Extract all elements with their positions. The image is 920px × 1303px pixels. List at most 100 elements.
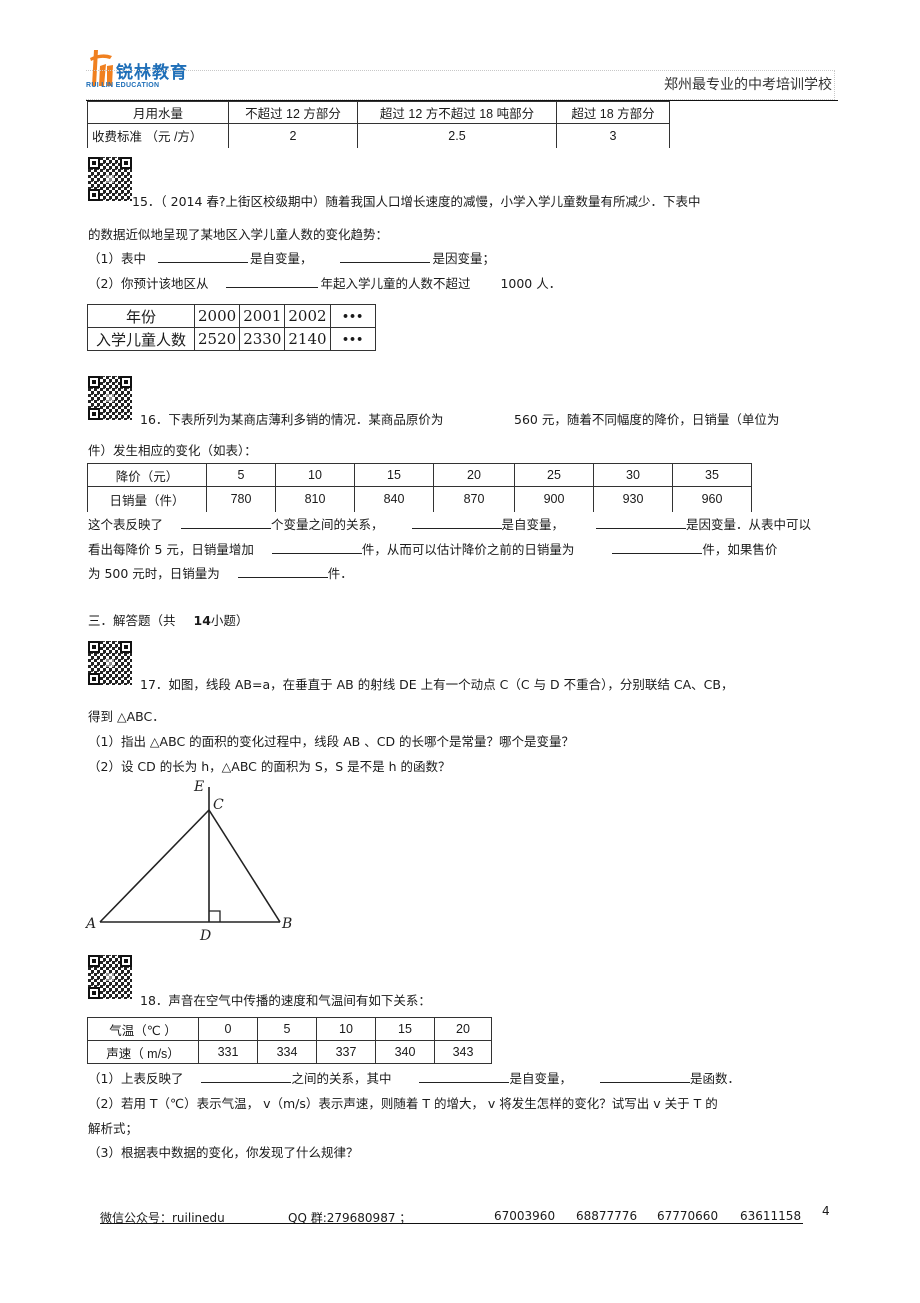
price-sales-table: 降价（元） 5 10 15 20 25 30 35 日销量（件） 780 810… bbox=[87, 463, 752, 512]
label-e: E bbox=[193, 779, 204, 795]
table-cell: 810 bbox=[275, 486, 355, 512]
table-cell: 声速（ m/s） bbox=[87, 1040, 199, 1064]
table-row: 收费标准 （元 /方） 2 2.5 3 bbox=[87, 123, 670, 148]
table-cell: 10 bbox=[275, 463, 355, 487]
q15-line2: 的数据近似地呈现了某地区入学儿童人数的变化趋势： bbox=[88, 227, 389, 242]
q15-part2-suffix: 1000 人． bbox=[500, 276, 562, 291]
q16-line3-a: 这个表反映了 bbox=[88, 517, 164, 532]
q16-line2: 件）发生相应的变化（如表）： bbox=[88, 443, 257, 458]
q18-part1: （1）上表反映了 之间的关系，其中 是自变量， 是函数． bbox=[88, 1068, 740, 1087]
section-title: 三．解答题（共 14小题） bbox=[88, 610, 248, 629]
q16-line3-c: 是自变量， bbox=[501, 517, 565, 532]
table-cell: ••• bbox=[329, 327, 376, 351]
table-cell: 960 bbox=[672, 486, 752, 512]
table-cell: 343 bbox=[434, 1040, 492, 1064]
answer-blank[interactable] bbox=[271, 540, 362, 554]
table-cell: 35 bbox=[672, 463, 752, 487]
answer-blank[interactable] bbox=[411, 515, 502, 529]
section-title-c: 小题） bbox=[210, 613, 249, 628]
table-cell: 0 bbox=[198, 1017, 258, 1041]
section-title-a: 三．解答题（共 bbox=[88, 613, 176, 628]
table-cell: 25 bbox=[514, 463, 594, 487]
answer-blank[interactable] bbox=[157, 249, 248, 263]
q15-part1-suffix: 是因变量； bbox=[432, 251, 495, 266]
temperature-sound-table: 气温（℃ ） 0 5 10 15 20 声速（ m/s） 331 334 337… bbox=[87, 1017, 492, 1064]
q15-part2: （2）你预计该地区从 年起入学儿童的人数不超过 1000 人． bbox=[88, 273, 561, 292]
table-cell: 2 bbox=[228, 123, 358, 148]
triangle-figure: E C A B D bbox=[84, 779, 292, 944]
table-cell: 340 bbox=[375, 1040, 435, 1064]
q18-part2-line2: 解析式； bbox=[88, 1121, 139, 1136]
footer-phone: 68877776 bbox=[576, 1209, 638, 1223]
qr-code-icon bbox=[88, 955, 132, 999]
table-cell: 2002 bbox=[284, 304, 331, 328]
answer-blank[interactable] bbox=[612, 540, 703, 554]
table-cell: 2140 bbox=[284, 327, 331, 351]
table-cell: 日销量（件） bbox=[87, 486, 207, 512]
answer-blank[interactable] bbox=[201, 1069, 292, 1083]
table-cell: 收费标准 （元 /方） bbox=[87, 123, 229, 148]
table-cell: 20 bbox=[433, 463, 515, 487]
answer-blank[interactable] bbox=[419, 1069, 510, 1083]
table-cell: 900 bbox=[514, 486, 594, 512]
answer-blank[interactable] bbox=[340, 249, 431, 263]
table-row: 年份 2000 2001 2002 ••• bbox=[87, 304, 376, 328]
answer-blank[interactable] bbox=[181, 515, 271, 529]
table-cell: 降价（元） bbox=[87, 463, 207, 487]
q16-line3: 这个表反映了 个变量之间的关系， 是自变量， 是因变量．从表中可以 bbox=[88, 514, 811, 533]
q18-part1-a: （1）上表反映了 bbox=[88, 1071, 184, 1086]
label-b: B bbox=[281, 916, 292, 932]
table-cell: 30 bbox=[593, 463, 673, 487]
label-d: D bbox=[199, 928, 211, 944]
answer-blank[interactable] bbox=[226, 274, 319, 288]
table-cell: 气温（℃ ） bbox=[87, 1017, 199, 1041]
qr-code-icon bbox=[88, 376, 132, 420]
q17-part1: （1）指出 △ABC 的面积的变化过程中，线段 AB 、CD 的长哪个是常量？哪… bbox=[88, 734, 575, 749]
q18-part1-b: 之间的关系，其中 bbox=[291, 1071, 392, 1086]
table-cell: 15 bbox=[375, 1017, 435, 1041]
q16-line5: 为 500 元时，日销量为 件． bbox=[88, 563, 353, 582]
q16-line5-a: 为 500 元时，日销量为 bbox=[88, 566, 220, 581]
table-cell: 15 bbox=[354, 463, 434, 487]
table-cell: 2.5 bbox=[357, 123, 557, 148]
table-cell: 840 bbox=[354, 486, 434, 512]
table-cell: 入学儿童人数 bbox=[87, 327, 195, 351]
q16-line4: 看出每降价 5 元，日销量增加 件，从而可以估计降价之前的日销量为 件，如果售价 bbox=[88, 539, 777, 558]
label-c: C bbox=[213, 797, 224, 813]
footer-phone: 63611158 bbox=[740, 1209, 802, 1223]
table-cell: 331 bbox=[198, 1040, 258, 1064]
table-row: 降价（元） 5 10 15 20 25 30 35 bbox=[87, 463, 752, 487]
q15-part2-prefix: （2）你预计该地区从 bbox=[88, 276, 209, 291]
table-row: 声速（ m/s） 331 334 337 340 343 bbox=[87, 1040, 492, 1064]
table-cell: 780 bbox=[206, 486, 276, 512]
answer-blank[interactable] bbox=[596, 515, 686, 529]
answer-blank[interactable] bbox=[237, 564, 328, 578]
q18-part1-c: 是自变量， bbox=[509, 1071, 572, 1086]
segment-ca bbox=[99, 809, 210, 923]
table-cell: 5 bbox=[206, 463, 276, 487]
q16-line1-a: 16．下表所列为某商店薄利多销的情况．某商品原价为 bbox=[140, 412, 444, 427]
enrollment-table: 年份 2000 2001 2002 ••• 入学儿童人数 2520 2330 2… bbox=[87, 304, 376, 351]
table-row: 月用水量 不超过 12 方部分 超过 12 方不超过 18 吨部分 超过 18 … bbox=[87, 101, 670, 124]
q17-line1: 17．如图，线段 AB=a，在垂直于 AB 的射线 DE 上有一个动点 C（C … bbox=[140, 677, 734, 692]
q15-part1-prefix: （1）表中 bbox=[88, 251, 146, 266]
q16-line4-c: 件，如果售价 bbox=[702, 542, 778, 557]
table-cell: ••• bbox=[329, 304, 376, 328]
table-cell: 870 bbox=[433, 486, 515, 512]
segment-cb bbox=[208, 809, 281, 923]
qr-code-icon bbox=[88, 157, 132, 201]
table-cell: 10 bbox=[316, 1017, 376, 1041]
table-cell: 337 bbox=[316, 1040, 376, 1064]
q16-line5-b: 件． bbox=[327, 566, 353, 581]
table-cell: 2330 bbox=[239, 327, 286, 351]
table-cell: 不超过 12 方部分 bbox=[228, 101, 358, 124]
q16-line4-a: 看出每降价 5 元，日销量增加 bbox=[88, 542, 254, 557]
water-fee-table: 月用水量 不超过 12 方部分 超过 12 方不超过 18 吨部分 超过 18 … bbox=[87, 101, 670, 148]
table-row: 气温（℃ ） 0 5 10 15 20 bbox=[87, 1017, 492, 1041]
q16-line1-b: 560 元，随着不同幅度的降价，日销量（单位为 bbox=[514, 412, 780, 427]
q16-line3-b: 个变量之间的关系， bbox=[271, 517, 384, 532]
q15-line1: 15．（ 2014 春?上街区校级期中）随着我国人口增长速度的减慢，小学入学儿童… bbox=[132, 194, 701, 209]
answer-blank[interactable] bbox=[599, 1069, 690, 1083]
qr-code-icon bbox=[88, 641, 132, 685]
q16-line4-b: 件，从而可以估计降价之前的日销量为 bbox=[361, 542, 575, 557]
